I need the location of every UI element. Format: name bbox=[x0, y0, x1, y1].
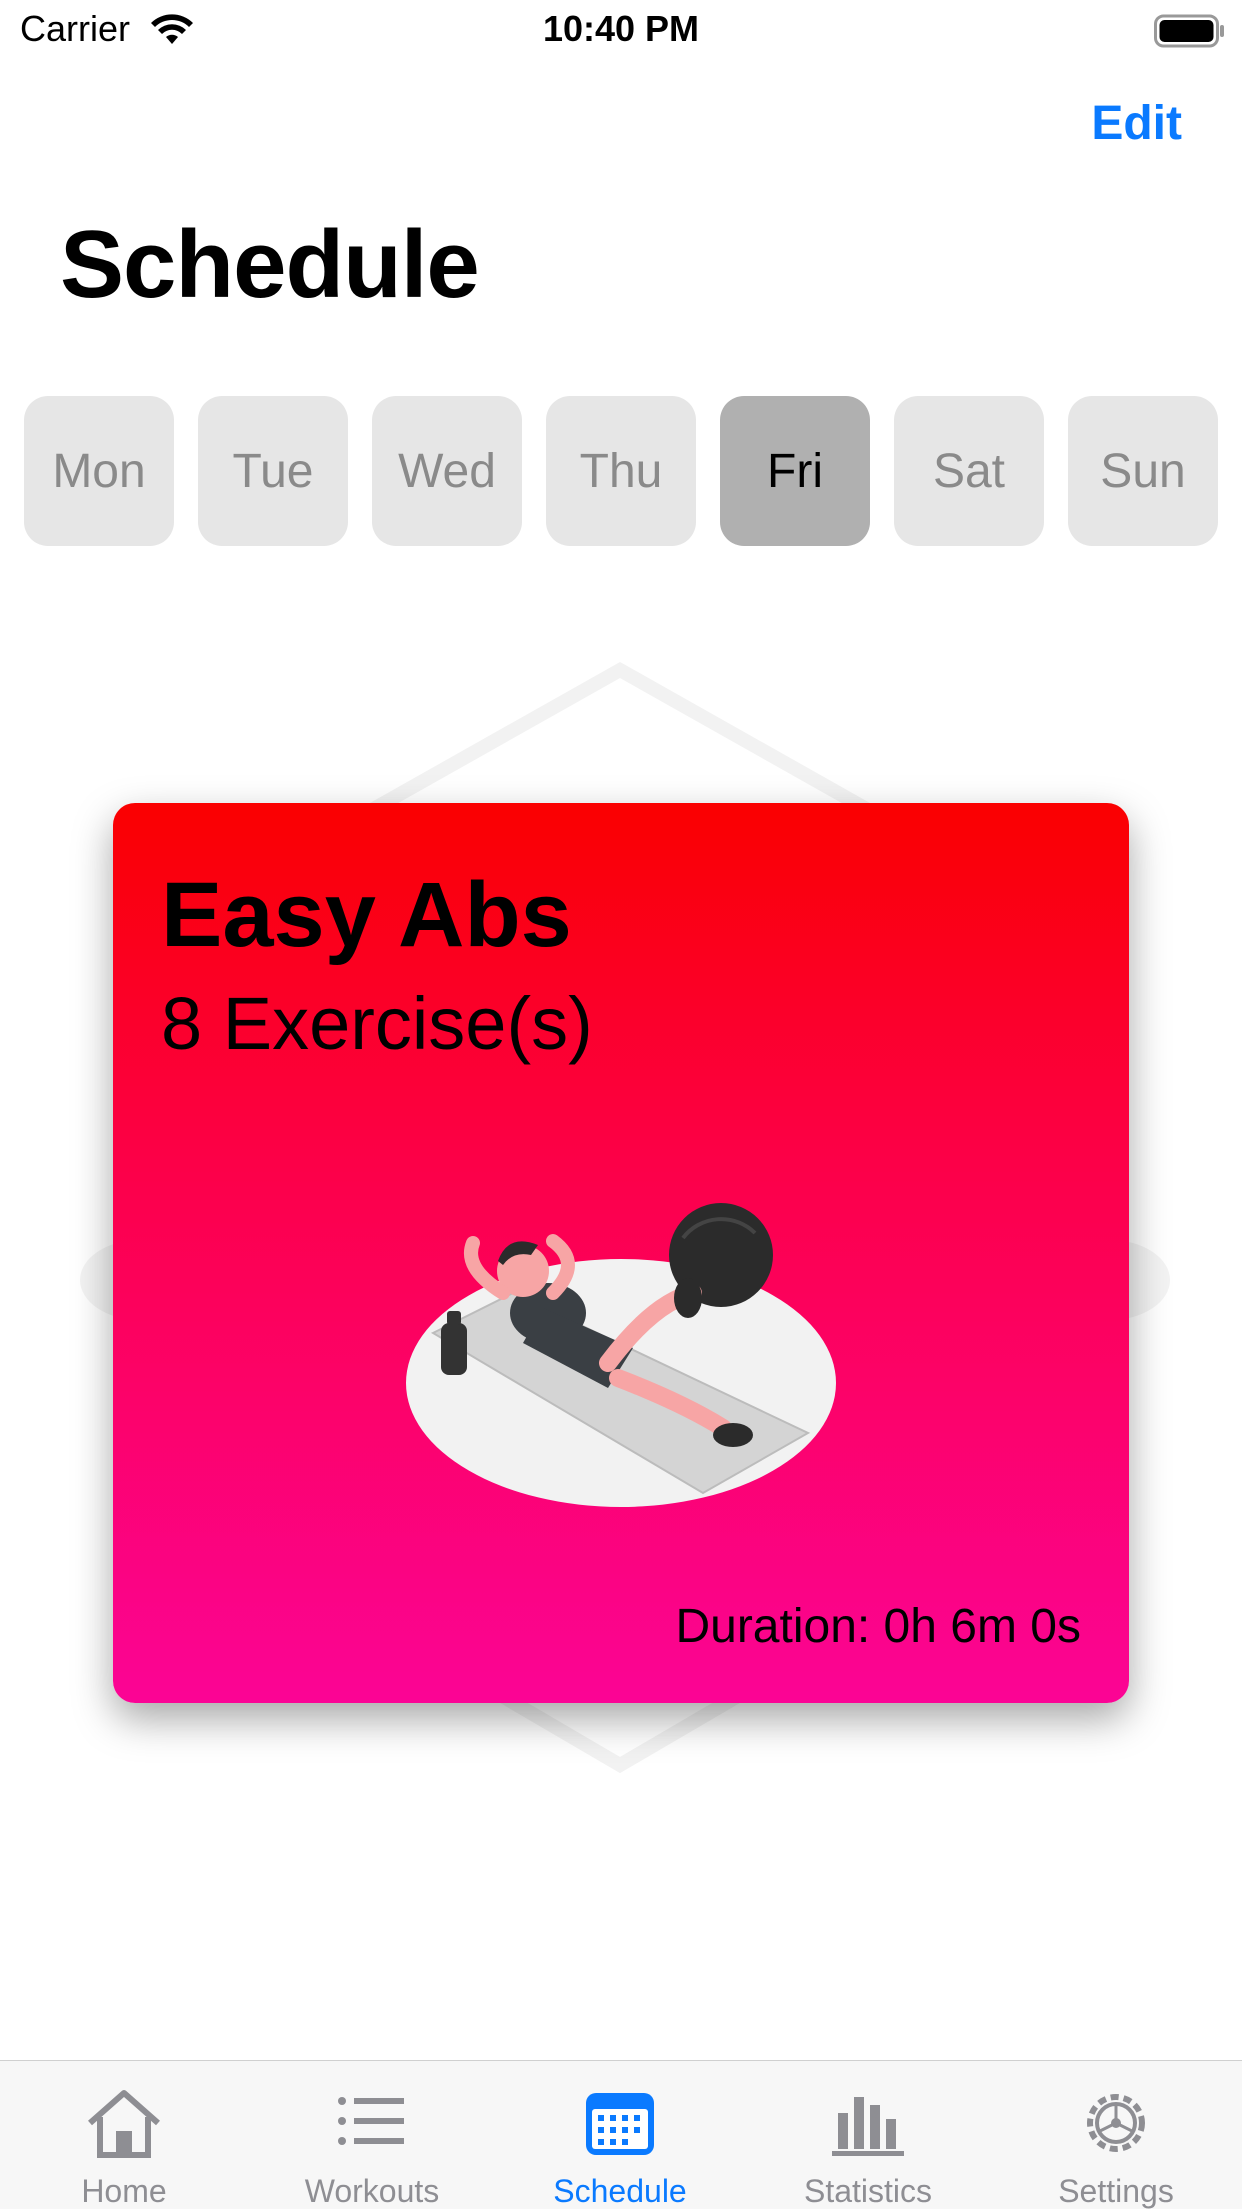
tab-schedule[interactable]: Schedule bbox=[496, 2061, 744, 2209]
bar-chart-icon bbox=[832, 2097, 904, 2156]
workout-duration: Duration: 0h 6m 0s bbox=[675, 1600, 1081, 1653]
tab-workouts-label: Workouts bbox=[304, 2173, 440, 2209]
tab-statistics[interactable]: Statistics bbox=[744, 2061, 992, 2209]
day-chip-tue[interactable]: Tue bbox=[198, 396, 348, 546]
status-time: 10:40 PM bbox=[542, 8, 700, 49]
day-chip-wed[interactable]: Wed bbox=[372, 396, 522, 546]
tab-bar: Home Workouts Schedule Statistics Settin… bbox=[0, 2060, 1242, 2209]
battery-icon bbox=[1154, 14, 1224, 48]
day-picker: Mon Tue Wed Thu Fri Sat Sun bbox=[24, 396, 1218, 546]
person-doing-crunches-illustration bbox=[406, 1203, 836, 1507]
tab-workouts[interactable]: Workouts bbox=[248, 2061, 496, 2209]
workout-card[interactable]: Easy Abs 8 Exercise(s) Duration: 0h 6m 0… bbox=[113, 803, 1129, 1703]
tab-schedule-label: Schedule bbox=[553, 2173, 687, 2209]
house-icon bbox=[88, 2090, 160, 2158]
gear-icon bbox=[1087, 2094, 1145, 2152]
workout-name: Easy Abs bbox=[161, 864, 572, 966]
tab-home[interactable]: Home bbox=[0, 2061, 248, 2209]
status-bar: Carrier 10:40 PM bbox=[0, 0, 1242, 62]
exercise-count: 8 Exercise(s) bbox=[161, 982, 593, 1065]
edit-button[interactable]: Edit bbox=[1091, 96, 1182, 151]
day-chip-fri[interactable]: Fri bbox=[720, 396, 870, 546]
day-chip-thu[interactable]: Thu bbox=[546, 396, 696, 546]
tab-settings[interactable]: Settings bbox=[992, 2061, 1240, 2209]
day-chip-sun[interactable]: Sun bbox=[1068, 396, 1218, 546]
day-chip-sat[interactable]: Sat bbox=[894, 396, 1044, 546]
day-chip-mon[interactable]: Mon bbox=[24, 396, 174, 546]
list-icon bbox=[338, 2097, 404, 2145]
tab-home-label: Home bbox=[81, 2173, 167, 2209]
calendar-icon bbox=[586, 2093, 654, 2155]
page-title: Schedule bbox=[60, 211, 480, 318]
tab-settings-label: Settings bbox=[1058, 2173, 1174, 2209]
tab-statistics-label: Statistics bbox=[803, 2173, 933, 2209]
